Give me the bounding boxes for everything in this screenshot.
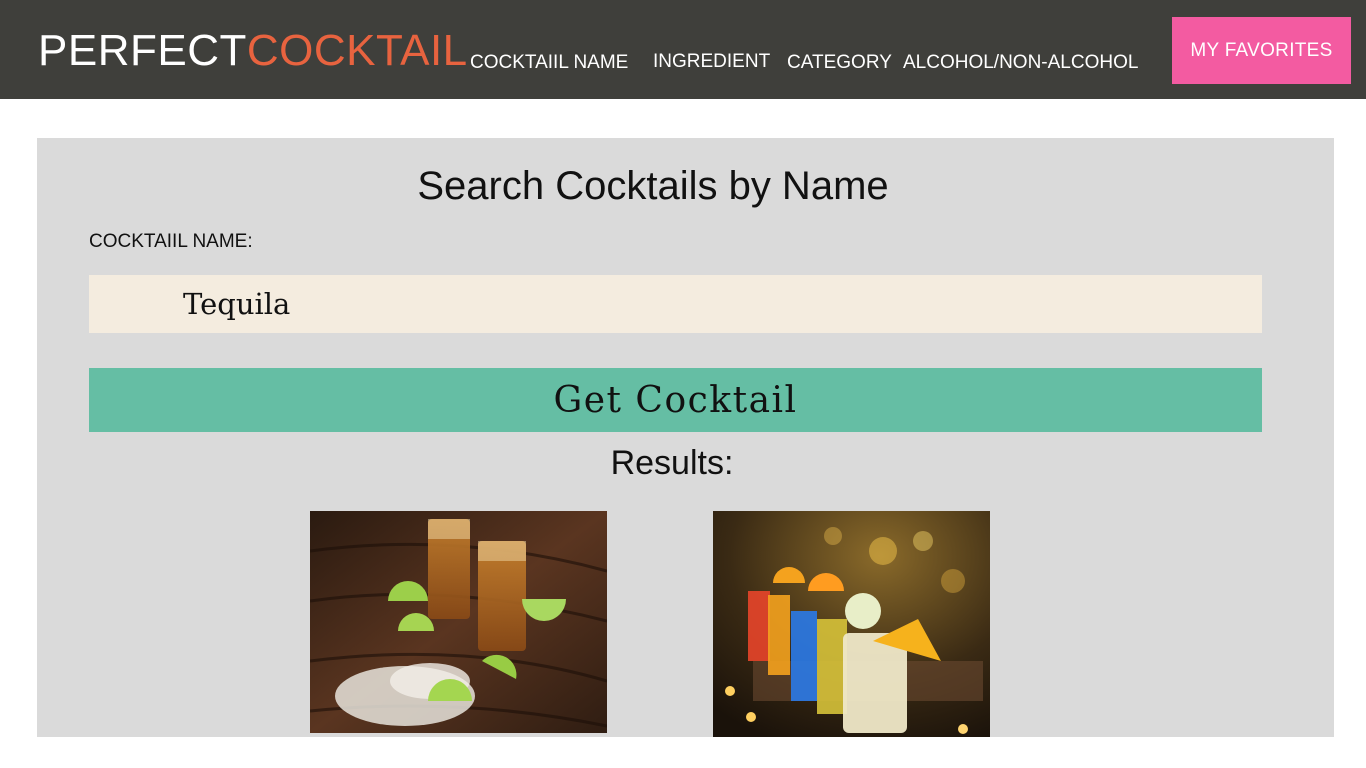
search-panel xyxy=(37,138,1334,737)
get-cocktail-button[interactable]: Get Cocktail xyxy=(89,368,1262,432)
tequila-shots-photo xyxy=(310,511,607,733)
nav-alcohol-non-alcohol[interactable]: ALCOHOL/NON-ALCOHOL xyxy=(903,51,1138,75)
logo-text-cocktail: COCKTAIL xyxy=(246,26,468,75)
cocktail-name-label: COCKTAIIL NAME: xyxy=(89,231,253,252)
top-navigation-bar: PERFECTCOCKTAIL COCKTAIIL NAME INGREDIEN… xyxy=(0,0,1366,99)
my-favorites-button[interactable]: MY FAVORITES xyxy=(1172,17,1351,84)
colorful-shots-photo xyxy=(713,511,990,737)
nav-cocktail-name[interactable]: COCKTAIIL NAME xyxy=(470,51,628,75)
page-title: Search Cocktails by Name xyxy=(417,164,889,208)
nav-category[interactable]: CATEGORY xyxy=(787,51,892,75)
result-image-colorful-shots[interactable] xyxy=(713,511,990,737)
cocktail-name-input[interactable] xyxy=(89,275,1262,333)
result-image-tequila-shots[interactable] xyxy=(310,511,607,733)
site-logo[interactable]: PERFECTCOCKTAIL xyxy=(38,26,468,76)
nav-ingredient[interactable]: INGREDIENT xyxy=(653,50,770,74)
results-heading: Results: xyxy=(610,444,734,482)
logo-text-perfect: PERFECT xyxy=(38,26,247,75)
